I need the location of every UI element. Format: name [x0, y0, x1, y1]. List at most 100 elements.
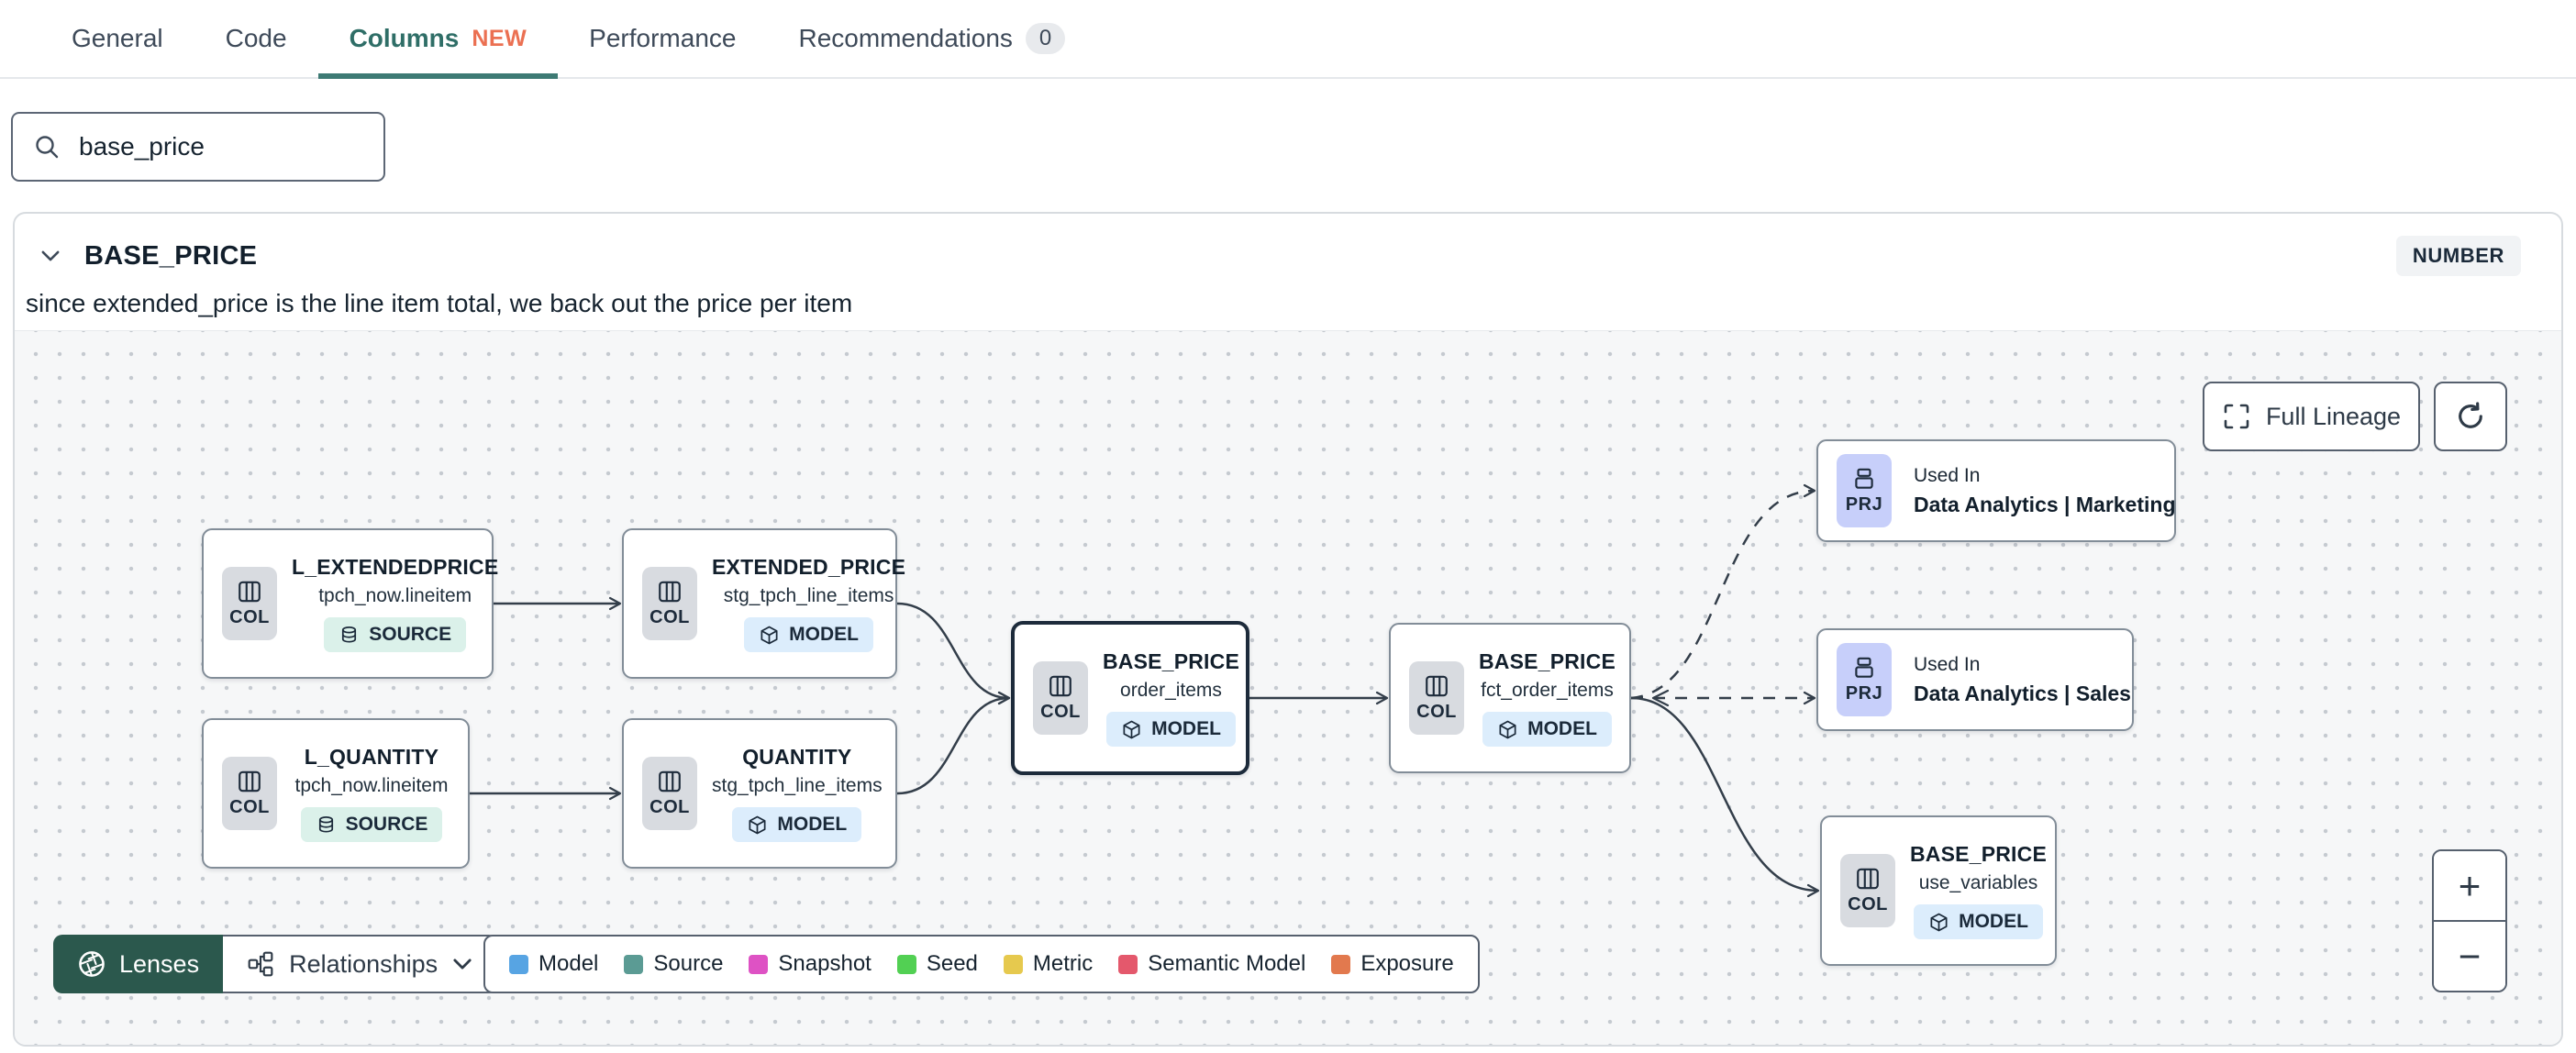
- node-subtitle: fct_order_items: [1481, 680, 1614, 701]
- legend-item-snapshot: Snapshot: [749, 951, 872, 977]
- lineage-node-quantity[interactable]: COL QUANTITY stg_tpch_line_items MODEL: [622, 718, 897, 869]
- column-tile: COL: [1840, 854, 1895, 927]
- resource-badge: SOURCE: [324, 617, 467, 652]
- node-title: Data Analytics | Marketing: [1914, 492, 2176, 516]
- lineage-node-l-extendedprice[interactable]: COL L_EXTENDEDPRICE tpch_now.lineitem SO…: [202, 528, 498, 679]
- node-subtitle: order_items: [1120, 680, 1222, 701]
- legend-swatch: [1118, 954, 1138, 974]
- column-tile: COL: [642, 757, 697, 830]
- legend-item-model: Model: [509, 951, 598, 977]
- count-badge: 0: [1025, 23, 1066, 54]
- legend-item-metric: Metric: [1003, 951, 1093, 977]
- tab-bar: General Code Columns NEW Performance Rec…: [0, 0, 2576, 79]
- resource-badge: MODEL: [1106, 712, 1236, 747]
- node-subtitle: stg_tpch_line_items: [712, 775, 883, 796]
- node-subtitle: tpch_now.lineitem: [294, 775, 449, 796]
- resource-badge: SOURCE: [300, 807, 443, 842]
- legend-item-source: Source: [624, 951, 723, 977]
- zoom-in-button[interactable]: +: [2434, 851, 2505, 920]
- tab-performance[interactable]: Performance: [558, 0, 767, 77]
- cube-icon: [1497, 719, 1518, 740]
- tile-label: PRJ: [1845, 683, 1883, 704]
- lineage-legend: Model Source Snapshot Seed Metric Semant…: [483, 935, 1480, 993]
- node-subtitle: stg_tpch_line_items: [723, 585, 894, 606]
- node-subtitle: use_variables: [1918, 872, 2038, 893]
- lineage-node-l-quantity[interactable]: COL L_QUANTITY tpch_now.lineitem SOURCE: [202, 718, 470, 869]
- tile-label: COL: [650, 607, 690, 627]
- column-description: since extended_price is the line item to…: [26, 289, 853, 317]
- columns-icon: [237, 579, 262, 604]
- column-tile: COL: [222, 757, 277, 830]
- search-box[interactable]: [11, 112, 385, 182]
- tab-label: Columns: [349, 24, 460, 52]
- tab-label: Performance: [589, 24, 737, 52]
- resource-badge: MODEL: [732, 807, 862, 842]
- node-title: EXTENDED_PRICE: [712, 555, 906, 579]
- lineage-node-exposure-sales[interactable]: PRJ Used In Data Analytics | Sales: [1816, 628, 2134, 731]
- used-in-label: Used In: [1914, 653, 1981, 675]
- archive-icon: [1851, 655, 1877, 681]
- cube-icon: [1121, 719, 1142, 740]
- tile-label: COL: [1040, 702, 1081, 722]
- node-title: BASE_PRICE: [1479, 649, 1616, 673]
- archive-icon: [1851, 466, 1877, 492]
- legend-swatch: [1003, 954, 1023, 974]
- refresh-icon: [2459, 402, 2482, 428]
- node-title: BASE_PRICE: [1910, 842, 2047, 866]
- relationships-icon: [248, 951, 273, 977]
- node-title: L_QUANTITY: [304, 745, 439, 769]
- tab-columns[interactable]: Columns NEW: [317, 0, 559, 79]
- lineage-node-exposure-marketing[interactable]: PRJ Used In Data Analytics | Marketing: [1816, 439, 2176, 542]
- lineage-canvas[interactable]: COL L_EXTENDEDPRICE tpch_now.lineitem SO…: [15, 330, 2561, 1045]
- resource-badge: MODEL: [1482, 712, 1612, 747]
- legend-item-seed: Seed: [896, 951, 978, 977]
- columns-icon: [1048, 673, 1073, 699]
- legend-item-exposure: Exposure: [1331, 951, 1454, 977]
- tile-label: COL: [1848, 894, 1888, 914]
- resource-badge: MODEL: [1914, 904, 2043, 939]
- column-tile: COL: [1409, 661, 1464, 735]
- node-title: Data Analytics | Sales: [1914, 681, 2131, 705]
- lenses-control: Lenses Relationships: [53, 935, 499, 993]
- used-in-label: Used In: [1914, 464, 1981, 486]
- column-header: BASE_PRICE NUMBER since extended_price i…: [15, 214, 2561, 330]
- full-lineage-label: Full Lineage: [2265, 402, 2402, 430]
- lineage-node-extended-price[interactable]: COL EXTENDED_PRICE stg_tpch_line_items M…: [622, 528, 905, 679]
- legend-swatch: [749, 954, 769, 974]
- tile-label: COL: [229, 797, 270, 817]
- lineage-node-base-price-order-items[interactable]: COL BASE_PRICE order_items MODEL: [1011, 621, 1249, 775]
- new-badge: NEW: [472, 25, 527, 51]
- chevron-down-icon[interactable]: [40, 249, 61, 262]
- project-tile: PRJ: [1837, 454, 1892, 527]
- tab-recommendations[interactable]: Recommendations 0: [767, 0, 1096, 77]
- full-lineage-button[interactable]: Full Lineage: [2203, 382, 2420, 451]
- column-name: BASE_PRICE: [84, 240, 258, 271]
- project-tile: PRJ: [1837, 643, 1892, 716]
- database-icon: [339, 625, 360, 646]
- legend-swatch: [896, 954, 916, 974]
- node-title: BASE_PRICE: [1103, 649, 1239, 673]
- tab-label: Code: [225, 24, 287, 52]
- relationships-dropdown[interactable]: Relationships: [223, 935, 499, 993]
- cube-icon: [1928, 912, 1949, 933]
- node-title: QUANTITY: [742, 745, 852, 769]
- tile-label: COL: [229, 607, 270, 627]
- legend-swatch: [624, 954, 644, 974]
- database-icon: [316, 815, 337, 836]
- tab-code[interactable]: Code: [194, 0, 318, 77]
- columns-icon: [657, 769, 683, 794]
- search-input[interactable]: [79, 132, 354, 161]
- search-row: [0, 79, 2576, 182]
- lineage-node-base-price-fct-order-items[interactable]: COL BASE_PRICE fct_order_items MODEL: [1389, 623, 1631, 773]
- legend-item-semantic-model: Semantic Model: [1118, 951, 1305, 977]
- zoom-out-button[interactable]: −: [2434, 920, 2505, 991]
- refresh-button[interactable]: [2434, 382, 2507, 451]
- lenses-label: Lenses: [119, 949, 200, 978]
- zoom-control: + −: [2432, 849, 2507, 992]
- relationships-label: Relationships: [289, 949, 439, 978]
- tab-general[interactable]: General: [40, 0, 194, 77]
- columns-icon: [1855, 866, 1881, 892]
- tab-label: General: [72, 24, 163, 52]
- lineage-node-base-price-use-variables[interactable]: COL BASE_PRICE use_variables MODEL: [1820, 815, 2057, 966]
- lenses-button[interactable]: Lenses: [53, 935, 224, 993]
